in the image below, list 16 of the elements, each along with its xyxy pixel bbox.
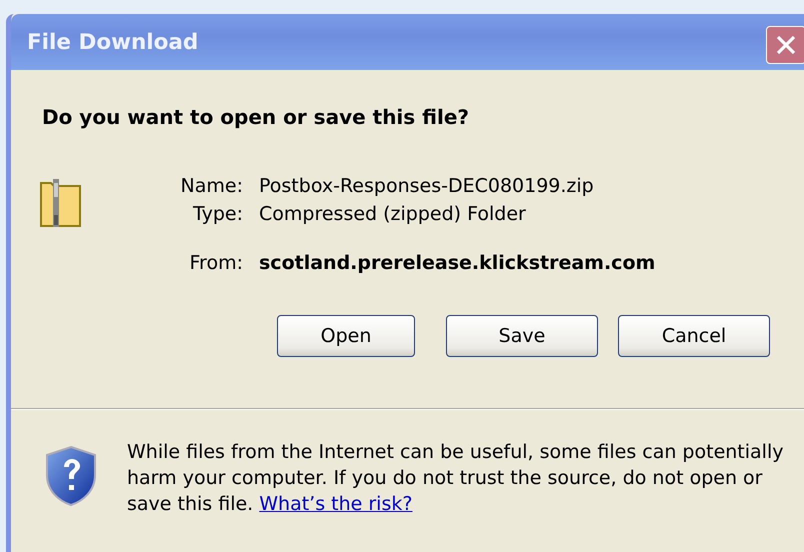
warning-message: While files from the Internet can be useful, some files can potentially harm your computer. If you do not trust the source, do not open or save this file. What’s the risk? [127,440,784,517]
shield-question-icon [45,445,97,507]
close-icon [775,34,797,56]
dialog-button[interactable]: Open [277,315,415,357]
dialog-button[interactable]: Save [446,315,598,357]
field-value: scotland.prerelease.klickstream.com [259,252,656,275]
field-label: From: [188,252,243,275]
field-value: Postbox-Responses-DEC080199.zip [259,175,595,198]
field-value: Compressed (zipped) Folder [259,203,527,226]
field-label: Name: [180,175,243,198]
close-button[interactable] [766,26,804,64]
field-label: Type: [192,203,243,226]
dialog-question: Do you want to open or save this file? [42,105,470,129]
risk-link[interactable]: What’s the risk? [259,493,412,515]
window-title: File Download [27,30,198,54]
dialog-button[interactable]: Cancel [618,315,770,357]
